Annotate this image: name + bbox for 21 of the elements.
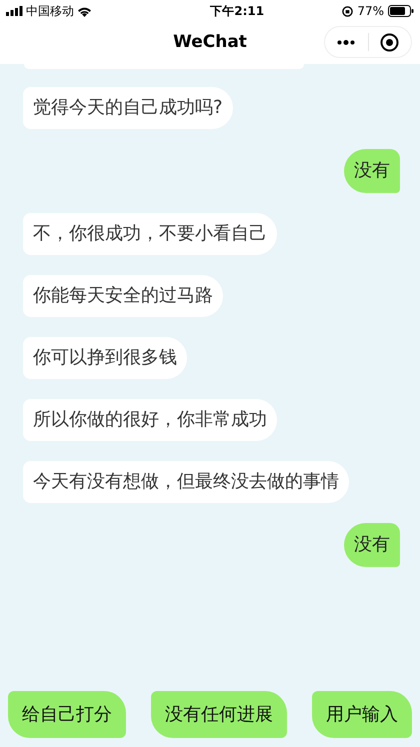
target-icon — [380, 32, 400, 52]
battery-percent: 77% — [357, 3, 384, 20]
clock-time: 下午2:11 — [210, 3, 264, 20]
quick-reply-button[interactable]: 给自己打分 — [8, 691, 126, 738]
lock-rotation-icon — [342, 6, 354, 16]
received-message: 你可以挣到很多钱 — [23, 337, 187, 379]
window-title: WeChat — [173, 31, 247, 54]
received-message: 不，你很成功，不要小看自己 — [23, 213, 277, 255]
signal-icon — [6, 6, 23, 16]
carrier-name: 中国移动 — [26, 3, 74, 20]
received-message: 你能每天安全的过马路 — [23, 275, 223, 317]
received-message: 觉得今天的自己成功吗? — [23, 87, 233, 129]
more-icon — [337, 40, 356, 44]
battery-icon — [388, 5, 414, 17]
received-message: 今天有没有想做，但最终没去做的事情 — [23, 461, 349, 503]
received-message: 所以你做的很好，你非常成功 — [23, 399, 277, 441]
wifi-icon — [77, 6, 92, 16]
quick-reply-button[interactable]: 用户输入 — [312, 691, 412, 738]
sent-message: 没有 — [344, 523, 400, 567]
quick-reply-button[interactable]: 没有任何进展 — [151, 691, 287, 738]
sent-message: 没有 — [344, 149, 400, 193]
